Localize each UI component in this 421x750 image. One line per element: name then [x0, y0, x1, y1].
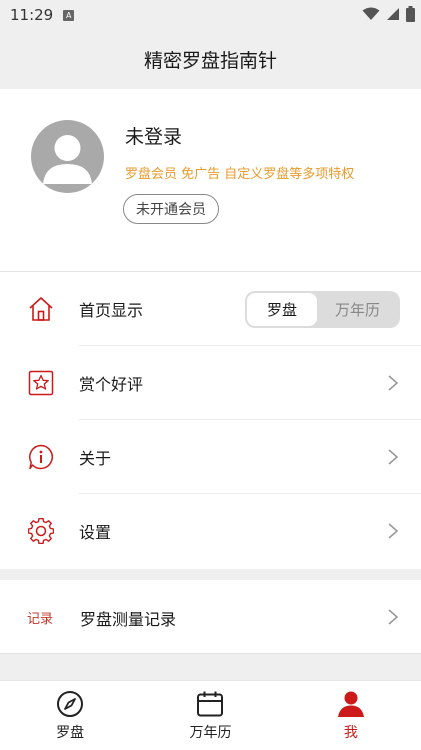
chevron-right-icon: [388, 523, 399, 539]
bottom-nav: 罗盘 万年历 我: [0, 680, 421, 750]
battery-icon: [406, 6, 415, 22]
page-title: 精密罗盘指南针: [0, 30, 421, 89]
status-bar: 11:29 A: [0, 0, 421, 30]
info-icon: [29, 444, 53, 470]
home-display-row: 首页显示 罗盘 万年历: [0, 272, 421, 346]
calendar-icon: [197, 691, 224, 717]
nav-compass-label: 罗盘: [56, 725, 85, 741]
profile-card[interactable]: 未登录 罗盘会员 免广告 自定义罗盘等多项特权 未开通会员: [0, 89, 421, 272]
user-icon: [337, 691, 364, 717]
compass-icon: [57, 691, 84, 717]
settings-list: 首页显示 罗盘 万年历 赏个好评 关于 设置: [0, 272, 421, 569]
nav-compass[interactable]: 罗盘: [0, 681, 140, 750]
settings-label: 设置: [79, 523, 112, 542]
status-icons: [362, 6, 415, 22]
rate-label: 赏个好评: [79, 375, 144, 394]
settings-row[interactable]: 设置: [0, 494, 421, 568]
signal-icon: [387, 8, 399, 20]
rate-row[interactable]: 赏个好评: [0, 346, 421, 420]
profile-name[interactable]: 未登录: [125, 122, 182, 149]
avatar[interactable]: [31, 120, 104, 193]
about-row[interactable]: 关于: [0, 420, 421, 494]
about-label: 关于: [79, 449, 112, 468]
nav-me-label: 我: [343, 725, 358, 741]
chevron-right-icon: [388, 375, 399, 391]
default-avatar-icon: [43, 135, 92, 184]
membership-benefits: 罗盘会员 免广告 自定义罗盘等多项特权: [125, 167, 355, 182]
status-time: 11:29: [10, 6, 54, 24]
a-notification-icon: A: [63, 9, 75, 21]
vip-status-button[interactable]: 未开通会员: [123, 194, 219, 224]
home-display-label: 首页显示: [79, 301, 144, 320]
nav-calendar[interactable]: 万年历: [140, 681, 280, 750]
option-calendar[interactable]: 万年历: [317, 293, 398, 326]
home-display-toggle[interactable]: 罗盘 万年历: [245, 291, 400, 328]
records-label: 罗盘测量记录: [80, 610, 177, 629]
nav-calendar-label: 万年历: [189, 725, 232, 741]
option-compass[interactable]: 罗盘: [247, 293, 317, 326]
star-icon: [28, 370, 54, 396]
records-tag: 记录: [27, 612, 54, 627]
home-icon: [29, 297, 53, 321]
chevron-right-icon: [388, 609, 399, 625]
screen: 11:29 A 精密罗盘指南针 未登录 罗盘会员 免广告 自定义罗盘等多项特权: [0, 0, 421, 750]
gear-icon: [28, 518, 54, 544]
chevron-right-icon: [388, 449, 399, 465]
wifi-icon: [362, 7, 380, 20]
records-row[interactable]: 记录 罗盘测量记录: [0, 580, 421, 654]
nav-me[interactable]: 我: [281, 681, 421, 750]
